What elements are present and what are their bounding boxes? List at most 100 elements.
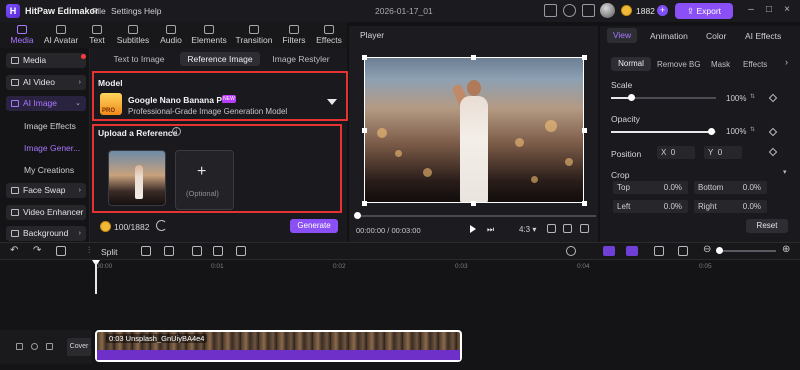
tab-animation[interactable]: Animation	[650, 31, 688, 41]
zoom-out-icon[interactable]: ⊖	[703, 244, 711, 255]
aspect-ratio-select[interactable]: 4:3 ▾	[519, 225, 536, 234]
chevron-down-icon[interactable]	[327, 99, 337, 105]
zoom-slider[interactable]	[716, 250, 776, 252]
sidebar-item-media[interactable]: Media	[6, 53, 86, 68]
tab-text-to-image[interactable]: Text to Image	[100, 52, 178, 66]
scale-value[interactable]: 100%	[726, 94, 746, 103]
tab-color[interactable]: Color	[706, 31, 726, 41]
opacity-slider[interactable]	[611, 131, 716, 133]
subtab-remove-bg[interactable]: Remove BG	[657, 60, 701, 69]
play-icon[interactable]	[470, 225, 476, 233]
freeze-icon[interactable]	[213, 246, 223, 256]
stepper-icon[interactable]: ⇅	[750, 93, 755, 100]
crop-icon[interactable]	[192, 246, 202, 256]
opacity-value[interactable]: 100%	[726, 127, 746, 136]
sidebar-item-ai-image[interactable]: AI Image ⌄	[6, 96, 86, 111]
cover-button[interactable]: Cover	[67, 338, 91, 356]
subtab-mask[interactable]: Mask	[711, 60, 730, 69]
menu-help[interactable]: Help	[144, 6, 161, 16]
resize-handle[interactable]	[471, 201, 476, 206]
gift-icon[interactable]	[582, 4, 595, 17]
player-progress-bar[interactable]	[356, 215, 596, 217]
tab-ai-effects[interactable]: AI Effects	[745, 31, 781, 41]
minimize-icon[interactable]: –	[746, 5, 756, 15]
opacity-slider-knob[interactable]	[708, 128, 715, 135]
menu-settings[interactable]: Settings	[111, 6, 142, 16]
tab-reference-image[interactable]: Reference Image	[180, 52, 260, 66]
avatar[interactable]	[600, 3, 615, 18]
eye-icon[interactable]	[31, 343, 38, 350]
tab-filters[interactable]: Filters	[279, 22, 309, 48]
snapshot-icon[interactable]	[547, 224, 556, 233]
text-tool-icon[interactable]	[164, 246, 174, 256]
tips-icon[interactable]	[563, 4, 576, 17]
link-icon[interactable]	[603, 246, 615, 256]
settings-icon[interactable]	[563, 224, 572, 233]
position-y-field[interactable]: Y 0	[704, 146, 742, 159]
speaker-icon[interactable]	[46, 343, 53, 350]
redo-icon[interactable]: ↷	[33, 245, 41, 256]
sidebar-subitem-image-effects[interactable]: Image Effects	[24, 121, 76, 131]
video-preview[interactable]	[364, 57, 584, 203]
crop-top-field[interactable]: Top 0.0%	[613, 181, 688, 194]
tab-elements[interactable]: Elements	[189, 22, 229, 48]
sidebar-item-video-enhancer[interactable]: Video Enhancer ›	[6, 205, 86, 220]
microphone-icon[interactable]	[566, 246, 576, 256]
tab-transition[interactable]: Transition	[234, 22, 274, 48]
resize-handle[interactable]	[582, 55, 587, 60]
split-icon[interactable]: ⫶	[88, 245, 90, 256]
maximize-icon[interactable]: □	[764, 5, 774, 15]
tab-audio[interactable]: Audio	[157, 22, 185, 48]
undo-icon[interactable]: ↶	[10, 245, 18, 256]
menu-file[interactable]: File	[92, 6, 106, 16]
tab-text[interactable]: Text	[86, 22, 108, 48]
resize-handle[interactable]	[471, 55, 476, 60]
scale-slider-knob[interactable]	[628, 94, 635, 101]
reset-button[interactable]: Reset	[746, 219, 788, 233]
resize-handle[interactable]	[362, 201, 367, 206]
position-x-field[interactable]: X 0	[657, 146, 695, 159]
info-icon[interactable]: i	[172, 127, 181, 136]
sidebar-item-face-swap[interactable]: Face Swap ›	[6, 183, 86, 198]
refresh-icon[interactable]	[156, 220, 167, 231]
subtab-normal[interactable]: Normal	[611, 57, 651, 71]
resize-handle[interactable]	[582, 201, 587, 206]
close-icon[interactable]: ×	[782, 5, 792, 15]
tab-ai-avatar[interactable]: AI Avatar	[40, 22, 82, 48]
delete-icon[interactable]	[56, 246, 66, 256]
resize-handle[interactable]	[582, 128, 587, 133]
crop-right-field[interactable]: Right 0.0%	[694, 200, 767, 213]
marker-icon[interactable]	[678, 246, 688, 256]
add-credits-button[interactable]: +	[657, 5, 668, 16]
chevron-right-icon[interactable]: ›	[785, 57, 788, 67]
resize-handle[interactable]	[362, 128, 367, 133]
zoom-in-icon[interactable]: ⊕	[782, 244, 790, 255]
playhead[interactable]	[95, 262, 97, 294]
snap-icon[interactable]	[626, 246, 638, 256]
export-button[interactable]: ⇪ Export	[675, 3, 733, 19]
fit-icon[interactable]	[654, 246, 664, 256]
chevron-down-icon[interactable]: ▾	[783, 168, 787, 176]
resize-handle[interactable]	[362, 55, 367, 60]
fullscreen-icon[interactable]	[580, 224, 589, 233]
crop-bottom-field[interactable]: Bottom 0.0%	[694, 181, 767, 194]
next-frame-icon[interactable]: ⏭	[487, 225, 494, 235]
tab-effects[interactable]: Effects	[313, 22, 345, 48]
sidebar-item-ai-video[interactable]: AI Video ›	[6, 75, 86, 90]
sidebar-subitem-my-creations[interactable]: My Creations	[24, 165, 74, 175]
sidebar-subitem-image-generator[interactable]: Image Gener...	[24, 143, 80, 153]
screen-icon[interactable]	[544, 4, 557, 17]
player-progress-knob[interactable]	[354, 212, 361, 219]
reference-image-thumbnail[interactable]	[108, 150, 166, 206]
subtab-effects[interactable]: Effects	[743, 60, 767, 69]
scale-slider[interactable]	[611, 97, 716, 99]
stepper-icon[interactable]: ⇅	[750, 126, 755, 133]
zoom-slider-knob[interactable]	[716, 247, 723, 254]
split-button[interactable]: Split	[101, 247, 118, 257]
sidebar-item-background[interactable]: Background ›	[6, 226, 86, 241]
tab-subtitles[interactable]: Subtitles	[113, 22, 153, 48]
tab-view[interactable]: View	[607, 28, 637, 43]
crop-left-field[interactable]: Left 0.0%	[613, 200, 688, 213]
mask-icon[interactable]	[141, 246, 151, 256]
tab-media[interactable]: Media	[8, 22, 36, 48]
